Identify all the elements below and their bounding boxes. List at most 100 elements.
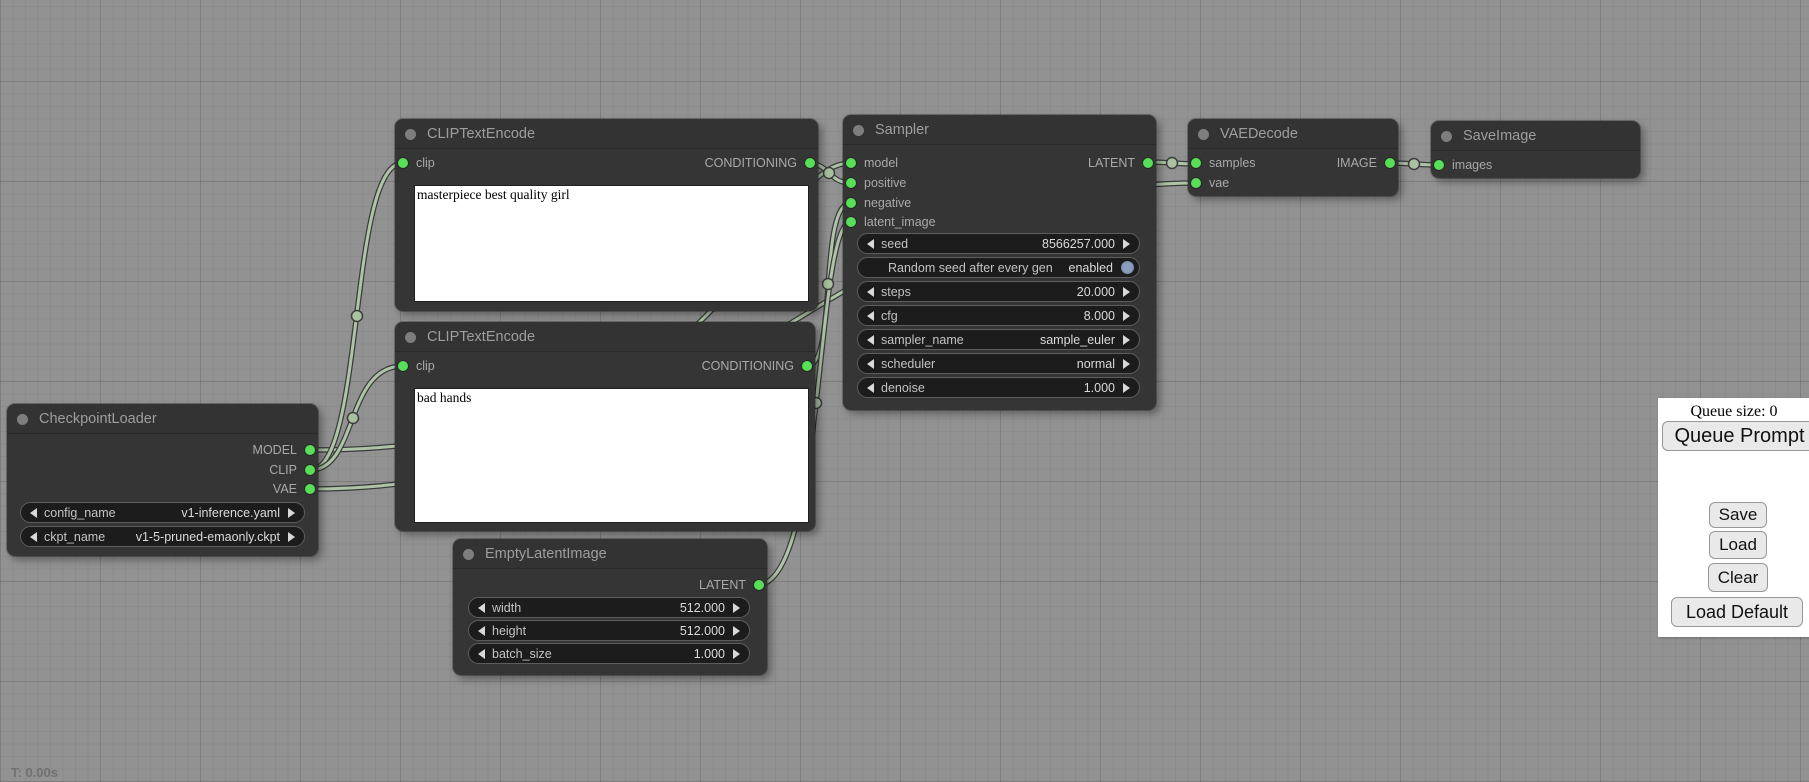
node-title: CLIPTextEncode	[427, 329, 535, 345]
input-port[interactable]	[1434, 160, 1444, 170]
decrement-arrow-icon[interactable]	[30, 508, 37, 518]
node-sampler[interactable]: Sampler model positive negative latent_i…	[843, 115, 1156, 410]
graph-canvas[interactable]: T: 0.00s CheckpointLoader MODEL CLIP VAE…	[0, 0, 1809, 782]
widget-ckpt-name[interactable]: ckpt_name v1-5-pruned-emaonly.ckpt	[20, 526, 305, 547]
collapse-dot-icon[interactable]	[1441, 131, 1452, 142]
decrement-arrow-icon[interactable]	[867, 239, 874, 249]
node-cliptextencode-negative[interactable]: CLIPTextEncode clip CONDITIONING bad han…	[395, 322, 815, 531]
collapse-dot-icon[interactable]	[463, 549, 474, 560]
increment-arrow-icon[interactable]	[1123, 359, 1130, 369]
widget-random-seed-toggle[interactable]: Random seed after every gen enabled	[857, 257, 1140, 278]
output-port[interactable]	[805, 158, 815, 168]
output-port[interactable]	[754, 580, 764, 590]
node-titlebar[interactable]: CheckpointLoader	[7, 404, 318, 434]
input-slot-samples[interactable]: samples	[1188, 153, 1298, 173]
increment-arrow-icon[interactable]	[1123, 335, 1130, 345]
queue-prompt-button[interactable]: Queue Prompt	[1662, 421, 1809, 451]
input-port[interactable]	[846, 217, 856, 227]
save-button[interactable]: Save	[1709, 502, 1767, 528]
input-port[interactable]	[1191, 178, 1201, 188]
increment-arrow-icon[interactable]	[1123, 287, 1130, 297]
node-titlebar[interactable]: CLIPTextEncode	[395, 322, 815, 352]
node-titlebar[interactable]: VAEDecode	[1188, 119, 1398, 149]
output-slot-model[interactable]: MODEL	[178, 440, 318, 460]
input-slot-positive[interactable]: positive	[843, 173, 993, 193]
widget-seed[interactable]: seed 8566257.000	[857, 233, 1140, 254]
prompt-text-area[interactable]: bad hands	[414, 388, 809, 523]
render-time-stat: T: 0.00s	[11, 765, 58, 780]
increment-arrow-icon[interactable]	[1123, 311, 1130, 321]
node-checkpointloader[interactable]: CheckpointLoader MODEL CLIP VAE config_n…	[7, 404, 318, 556]
node-cliptextencode-positive[interactable]: CLIPTextEncode clip CONDITIONING masterp…	[395, 119, 818, 311]
input-port[interactable]	[846, 158, 856, 168]
node-titlebar[interactable]: CLIPTextEncode	[395, 119, 818, 149]
decrement-arrow-icon[interactable]	[30, 532, 37, 542]
output-slot-clip[interactable]: CLIP	[178, 460, 318, 480]
node-titlebar[interactable]: Sampler	[843, 115, 1156, 145]
load-button[interactable]: Load	[1709, 531, 1767, 559]
toggle-on-icon[interactable]	[1121, 261, 1134, 274]
input-port[interactable]	[1191, 158, 1201, 168]
output-slot-conditioning[interactable]: CONDITIONING	[675, 356, 815, 376]
decrement-arrow-icon[interactable]	[867, 383, 874, 393]
widget-width[interactable]: width 512.000	[468, 597, 750, 618]
widget-steps[interactable]: steps 20.000	[857, 281, 1140, 302]
input-slot-vae[interactable]: vae	[1188, 173, 1298, 193]
input-port[interactable]	[398, 158, 408, 168]
input-port[interactable]	[398, 361, 408, 371]
increment-arrow-icon[interactable]	[288, 508, 295, 518]
increment-arrow-icon[interactable]	[288, 532, 295, 542]
output-slot-latent[interactable]: LATENT	[1036, 153, 1156, 173]
decrement-arrow-icon[interactable]	[478, 626, 485, 636]
clear-button[interactable]: Clear	[1708, 563, 1768, 592]
node-vaedecode[interactable]: VAEDecode samples vae IMAGE	[1188, 119, 1398, 196]
decrement-arrow-icon[interactable]	[867, 287, 874, 297]
input-slot-clip[interactable]: clip	[395, 153, 515, 173]
increment-arrow-icon[interactable]	[1123, 239, 1130, 249]
prompt-text-area[interactable]: masterpiece best quality girl	[414, 185, 809, 302]
output-port[interactable]	[1143, 158, 1153, 168]
decrement-arrow-icon[interactable]	[478, 649, 485, 659]
output-port[interactable]	[305, 484, 315, 494]
output-slot-vae[interactable]: VAE	[178, 479, 318, 499]
widget-scheduler[interactable]: scheduler normal	[857, 353, 1140, 374]
output-slot-image[interactable]: IMAGE	[1308, 153, 1398, 173]
output-slot-latent[interactable]: LATENT	[627, 575, 767, 595]
node-saveimage[interactable]: SaveImage images	[1431, 121, 1640, 178]
widget-cfg[interactable]: cfg 8.000	[857, 305, 1140, 326]
widget-sampler-name[interactable]: sampler_name sample_euler	[857, 329, 1140, 350]
input-slot-latent-image[interactable]: latent_image	[843, 212, 993, 232]
widget-height[interactable]: height 512.000	[468, 620, 750, 641]
node-emptylatentimage[interactable]: EmptyLatentImage LATENT width 512.000 he…	[453, 539, 767, 675]
increment-arrow-icon[interactable]	[733, 649, 740, 659]
collapse-dot-icon[interactable]	[853, 125, 864, 136]
collapse-dot-icon[interactable]	[1198, 129, 1209, 140]
widget-denoise[interactable]: denoise 1.000	[857, 377, 1140, 398]
output-port[interactable]	[305, 445, 315, 455]
input-port[interactable]	[846, 198, 856, 208]
widget-config-name[interactable]: config_name v1-inference.yaml	[20, 502, 305, 523]
widget-batch-size[interactable]: batch_size 1.000	[468, 643, 750, 664]
decrement-arrow-icon[interactable]	[867, 335, 874, 345]
node-titlebar[interactable]: EmptyLatentImage	[453, 539, 767, 569]
collapse-dot-icon[interactable]	[405, 129, 416, 140]
decrement-arrow-icon[interactable]	[867, 311, 874, 321]
input-port[interactable]	[846, 178, 856, 188]
increment-arrow-icon[interactable]	[1123, 383, 1130, 393]
output-port[interactable]	[1385, 158, 1395, 168]
node-titlebar[interactable]: SaveImage	[1431, 121, 1640, 151]
input-slot-images[interactable]: images	[1431, 155, 1541, 175]
input-slot-negative[interactable]: negative	[843, 193, 993, 213]
input-slot-model[interactable]: model	[843, 153, 993, 173]
collapse-dot-icon[interactable]	[405, 332, 416, 343]
decrement-arrow-icon[interactable]	[478, 603, 485, 613]
output-port[interactable]	[802, 361, 812, 371]
collapse-dot-icon[interactable]	[17, 414, 28, 425]
input-slot-clip[interactable]: clip	[395, 356, 515, 376]
output-slot-conditioning[interactable]: CONDITIONING	[678, 153, 818, 173]
increment-arrow-icon[interactable]	[733, 603, 740, 613]
decrement-arrow-icon[interactable]	[867, 359, 874, 369]
increment-arrow-icon[interactable]	[733, 626, 740, 636]
output-port[interactable]	[305, 465, 315, 475]
load-default-button[interactable]: Load Default	[1671, 597, 1803, 627]
